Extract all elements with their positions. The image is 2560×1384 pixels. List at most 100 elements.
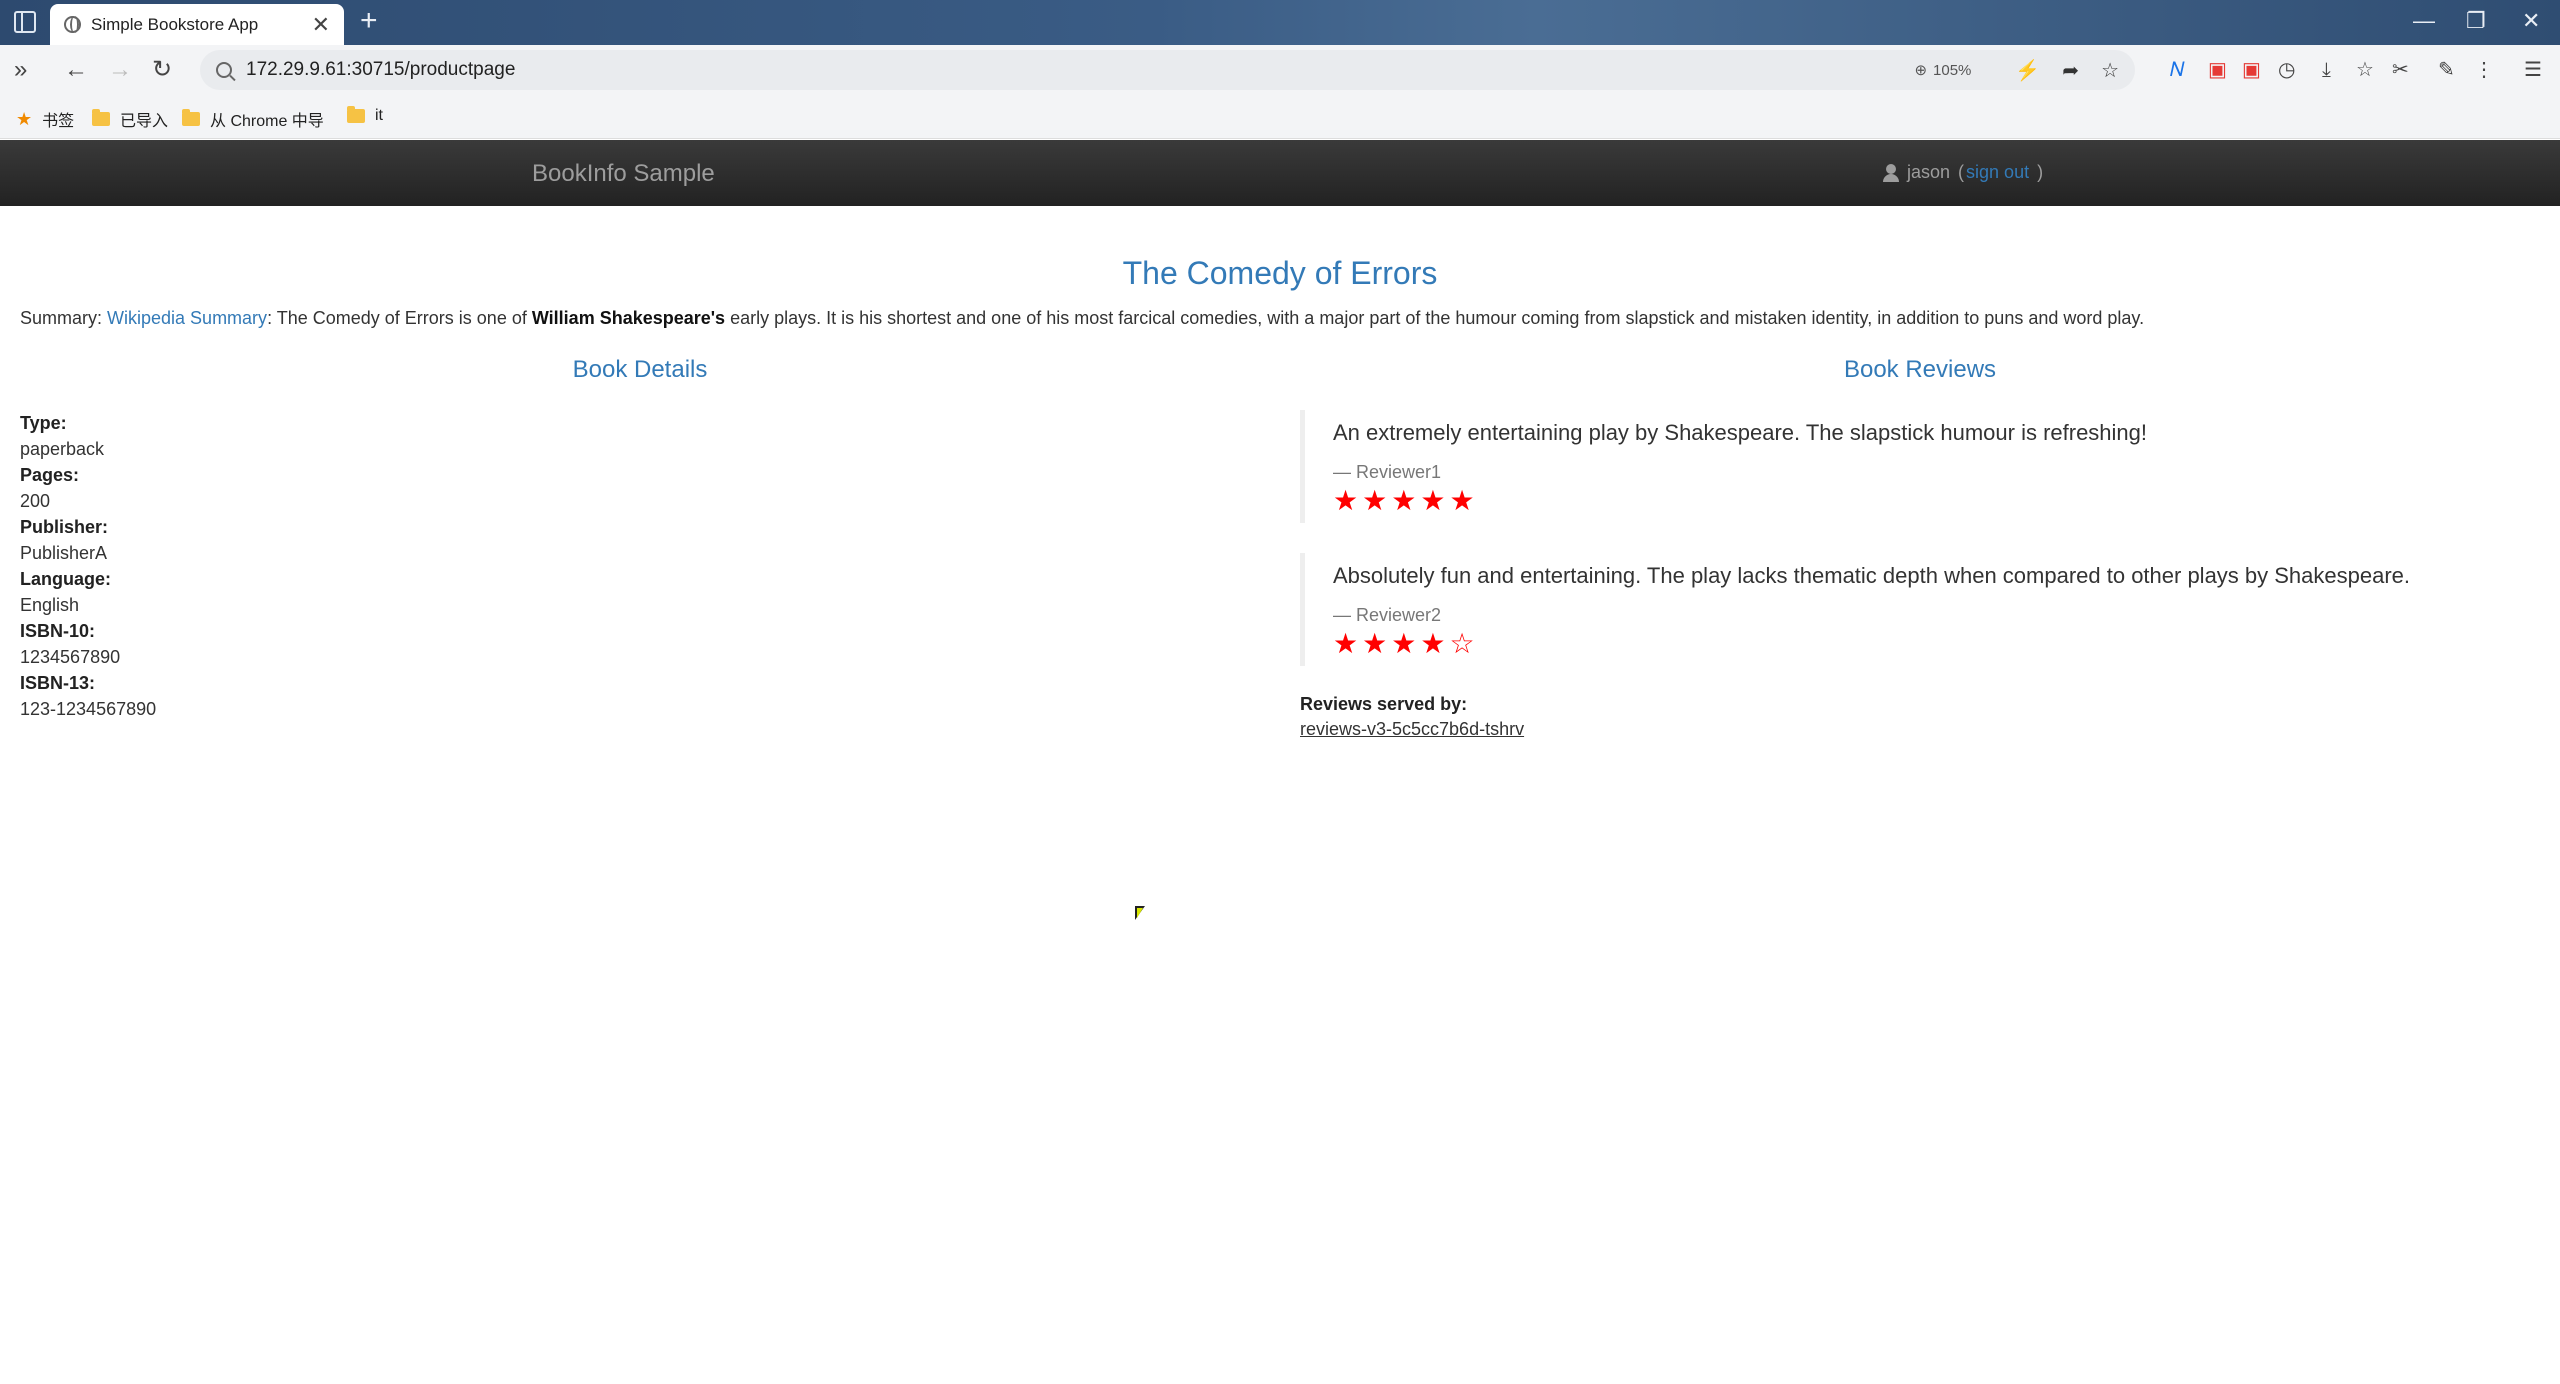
detail-value: 123-1234567890 xyxy=(20,699,157,719)
review-item: An extremely entertaining play by Shakes… xyxy=(1300,410,2540,523)
username: jason xyxy=(1907,162,1951,182)
product-summary: Summary: Wikipedia Summary: The Comedy o… xyxy=(20,308,2540,329)
browser-titlebar: Simple Bookstore App ✕ + — ❐ ✕ xyxy=(0,0,2560,45)
detail-isbn13: ISBN-13: 123-1234567890 xyxy=(20,670,1260,722)
paren-close: ) xyxy=(2037,162,2044,182)
reload-icon[interactable]: ↻ xyxy=(152,57,172,83)
star-filled-icon: ★ xyxy=(1391,628,1417,659)
browser-tab-active[interactable]: Simple Bookstore App ✕ xyxy=(50,4,344,45)
user-icon xyxy=(1883,163,1899,182)
book-reviews-heading: Book Reviews xyxy=(1843,356,1997,383)
star-filled-icon: ★ xyxy=(1333,485,1359,516)
address-bar[interactable]: 172.29.9.61:30715/productpage ⊕ 105% ⚡ ➦… xyxy=(200,50,2135,90)
book-reviews-section: Book Reviews An extremely entertaining p… xyxy=(1300,356,2540,740)
star-empty-icon: ☆ xyxy=(1449,628,1475,659)
detail-label: Language: xyxy=(20,569,112,589)
close-window-icon[interactable]: ✕ xyxy=(2522,8,2540,34)
detail-value: paperback xyxy=(20,439,105,459)
bookmark-item[interactable]: ★ 书签 xyxy=(16,107,74,131)
review-text: Absolutely fun and entertaining. The pla… xyxy=(1333,563,2411,588)
bookmark-label: 书签 xyxy=(42,113,75,130)
minimize-icon[interactable]: — xyxy=(2413,8,2435,34)
new-tab-button[interactable]: + xyxy=(360,6,378,36)
book-details-section: Book Details Type: paperback Pages: 200 … xyxy=(20,356,1260,722)
bookmark-folder[interactable]: 从 Chrome 中导 xyxy=(182,107,324,131)
star-rating: ★ ★ ★ ★ ★ xyxy=(1333,487,2540,515)
detail-label: Publisher: xyxy=(20,517,109,537)
bookmark-folder[interactable]: 已导入 xyxy=(92,107,168,131)
reviewer-name: — Reviewer1 xyxy=(1333,462,1442,482)
detail-label: ISBN-13: xyxy=(20,673,96,693)
detail-isbn10: ISBN-10: 1234567890 xyxy=(20,618,1260,670)
wikipedia-summary-link[interactable]: Wikipedia Summary xyxy=(107,308,267,328)
folder-icon xyxy=(347,106,365,123)
restore-icon[interactable]: ❐ xyxy=(2466,8,2486,34)
sign-out-link[interactable]: sign out xyxy=(1966,162,2029,183)
star-filled-icon: ★ xyxy=(1449,485,1475,516)
folder-icon xyxy=(92,109,110,126)
bookmark-label: it xyxy=(375,107,383,124)
detail-label: Pages: xyxy=(20,465,80,485)
page-title: The Comedy of Errors xyxy=(1122,255,1438,291)
history-icon[interactable]: ◷ xyxy=(2278,57,2295,83)
extension-pdf-icon[interactable]: ▣ xyxy=(2208,57,2227,83)
lightning-icon[interactable]: ⚡ xyxy=(2015,58,2040,83)
user-info: jason ( sign out ) xyxy=(1883,162,2043,183)
folder-icon xyxy=(182,109,200,126)
share-icon[interactable]: ➦ xyxy=(2062,58,2079,83)
bookmark-label: 已导入 xyxy=(120,113,169,130)
summary-author: William Shakespeare's xyxy=(531,308,726,328)
mouse-cursor-icon xyxy=(1135,906,1145,920)
expand-sidebar-icon[interactable]: » xyxy=(14,57,27,83)
download-icon[interactable]: ⤓ xyxy=(2322,57,2331,83)
detail-value: PublisherA xyxy=(20,543,108,563)
favorites-icon[interactable]: ☆ xyxy=(2356,57,2374,83)
more-icon[interactable]: ⋮ xyxy=(2474,57,2494,83)
detail-language: Language: English xyxy=(20,566,1260,618)
detail-value: 200 xyxy=(20,491,51,511)
star-filled-icon: ★ xyxy=(1420,485,1446,516)
served-by-pod: reviews-v3-5c5cc7b6d-tshrv xyxy=(1300,719,1525,739)
star-rating: ★ ★ ★ ★ ☆ xyxy=(1333,630,2540,658)
annotate-icon[interactable]: ✎ xyxy=(2438,57,2455,83)
zoom-level: 105% xyxy=(1933,61,1972,79)
extension-translate-icon[interactable]: ▣ xyxy=(2242,57,2261,83)
globe-icon xyxy=(64,16,81,33)
brand-title[interactable]: BookInfo Sample xyxy=(532,160,715,188)
detail-type: Type: paperback xyxy=(20,410,1260,462)
screenshot-icon[interactable]: ✂ xyxy=(2392,57,2409,83)
bookmark-star-icon[interactable]: ☆ xyxy=(2101,58,2119,83)
forward-icon[interactable]: → xyxy=(108,57,132,83)
summary-prefix: Summary: xyxy=(20,308,108,328)
star-icon: ★ xyxy=(16,108,33,129)
tab-title: Simple Bookstore App xyxy=(91,14,259,34)
detail-pages: Pages: 200 xyxy=(20,462,1260,514)
star-filled-icon: ★ xyxy=(1362,485,1388,516)
paren-open: ( xyxy=(1958,162,1965,182)
book-details-heading: Book Details xyxy=(572,356,708,383)
review-item: Absolutely fun and entertaining. The pla… xyxy=(1300,553,2540,666)
bookmark-folder[interactable]: it xyxy=(347,106,383,125)
sidebar-toggle-icon[interactable] xyxy=(14,11,36,33)
star-filled-icon: ★ xyxy=(1333,628,1359,659)
detail-publisher: Publisher: PublisherA xyxy=(20,514,1260,566)
bookmarks-bar: ★ 书签 已导入 从 Chrome 中导 it xyxy=(0,97,2560,139)
summary-text: : The Comedy of Errors is one of xyxy=(267,308,532,328)
url-text[interactable]: 172.29.9.61:30715/productpage xyxy=(246,59,1914,81)
app-navbar: BookInfo Sample jason ( sign out ) xyxy=(0,140,2560,206)
star-filled-icon: ★ xyxy=(1391,485,1417,516)
summary-rest: early plays. It is his shortest and one … xyxy=(725,308,2145,328)
extension-n-icon[interactable]: 𝑁 xyxy=(2170,57,2185,83)
tab-close-icon[interactable]: ✕ xyxy=(312,13,330,36)
detail-value: 1234567890 xyxy=(20,647,121,667)
menu-icon[interactable]: ☰ xyxy=(2524,57,2542,83)
browser-toolbar: » ← → ↻ 172.29.9.61:30715/productpage ⊕ … xyxy=(0,45,2560,97)
zoom-indicator[interactable]: ⊕ 105% xyxy=(1914,61,1972,80)
detail-value: English xyxy=(20,595,80,615)
review-text: An extremely entertaining play by Shakes… xyxy=(1333,420,2148,445)
bookmark-label: 从 Chrome 中导 xyxy=(210,113,324,130)
back-icon[interactable]: ← xyxy=(64,57,88,83)
reviewer-name: — Reviewer2 xyxy=(1333,605,1442,625)
detail-label: Type: xyxy=(20,413,67,433)
search-icon xyxy=(216,62,232,78)
